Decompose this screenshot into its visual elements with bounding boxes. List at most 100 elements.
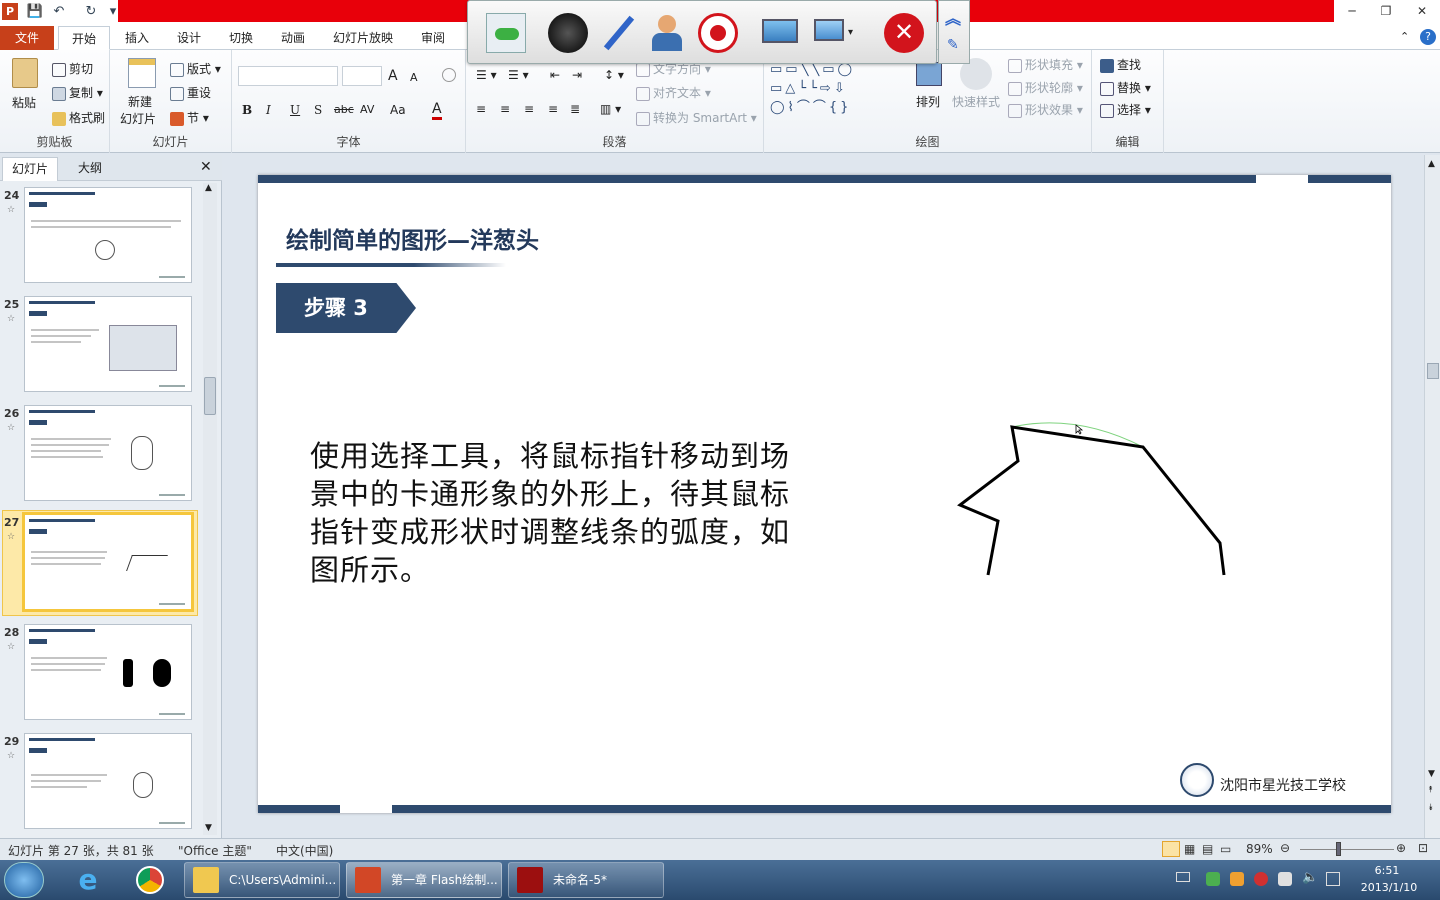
tab-transitions[interactable]: 切换 [220, 26, 262, 50]
camera-icon[interactable] [548, 13, 588, 53]
paste-icon[interactable] [12, 58, 38, 88]
clear-format-icon[interactable] [442, 68, 456, 82]
collapse-ribbon-icon[interactable]: ⌃ [1400, 30, 1409, 43]
help-icon[interactable]: ? [1420, 29, 1436, 45]
justify-icon[interactable]: ≡ [548, 102, 558, 116]
next-slide-icon[interactable]: ⯯ [1428, 803, 1433, 813]
cut-button[interactable]: 剪切 [52, 60, 93, 77]
font-name-combo[interactable] [238, 66, 338, 86]
internet-explorer-icon[interactable]: e [72, 864, 104, 896]
tab-animations[interactable]: 动画 [272, 26, 314, 50]
shadow-button[interactable]: S [314, 103, 322, 117]
layout-button[interactable]: 版式 ▾ [170, 60, 221, 77]
network-icon[interactable] [1326, 872, 1340, 886]
strikethrough-button[interactable]: abc [334, 103, 354, 116]
section-button[interactable]: 节 ▾ [170, 109, 209, 126]
new-slide-icon[interactable] [128, 58, 156, 88]
screen-icon[interactable] [760, 13, 800, 53]
align-right-icon[interactable]: ≡ [524, 102, 534, 116]
close-panel-icon[interactable]: ✕ [200, 159, 212, 175]
taskbar-powerpoint[interactable]: 第一章 Flash绘制... [346, 862, 502, 898]
tab-home[interactable]: 开始 [58, 26, 110, 50]
tray-icon-3[interactable] [1254, 872, 1268, 886]
tab-slideshow[interactable]: 幻灯片放映 [324, 26, 402, 50]
char-spacing-button[interactable]: AV [360, 103, 374, 116]
pin-icon[interactable]: ✎ [947, 37, 959, 53]
shape-outline-button[interactable]: 形状轮廓 ▾ [1008, 79, 1083, 96]
powerpoint-app-icon[interactable]: P [2, 3, 18, 20]
slide-thumbnail[interactable] [22, 512, 194, 612]
taskbar-flash[interactable]: 未命名-5* [508, 862, 664, 898]
collapse-up-icon[interactable]: ︽ [945, 5, 961, 29]
theme-name[interactable]: "Office 主题" [178, 842, 252, 859]
arrange-icon[interactable] [916, 62, 942, 86]
clock-time[interactable]: 6:51 [1356, 864, 1418, 877]
font-color-button[interactable]: A [432, 101, 442, 120]
slide-thumbnail[interactable] [24, 624, 192, 720]
keyboard-icon[interactable] [1176, 872, 1190, 882]
scroll-thumb[interactable] [204, 377, 216, 415]
change-case-button[interactable]: Aa [390, 103, 406, 117]
tab-design[interactable]: 设计 [168, 26, 210, 50]
format-painter-button[interactable]: 格式刷 [52, 109, 105, 126]
language-status[interactable]: 中文(中国) [276, 842, 333, 859]
slide-canvas[interactable]: 绘制简单的图形—洋葱头 步骤 3 使用选择工具，将鼠标指针移动到场景中的卡通形象… [258, 175, 1391, 813]
line-spacing-icon[interactable]: ↕ ▾ [604, 68, 624, 82]
scroll-thumb[interactable] [1427, 363, 1439, 379]
underline-button[interactable]: U [290, 103, 300, 117]
slideshow-icon[interactable]: ▭ [1220, 842, 1231, 856]
close-button[interactable]: ✕ [1406, 2, 1438, 20]
tab-file[interactable]: 文件 [0, 26, 54, 50]
scroll-down-icon[interactable]: ▼ [1428, 769, 1435, 779]
bold-button[interactable]: B [242, 103, 252, 117]
reset-button[interactable]: 重设 [170, 84, 211, 101]
shape-effects-button[interactable]: 形状效果 ▾ [1008, 101, 1083, 118]
slide-title[interactable]: 绘制简单的图形—洋葱头 [286, 221, 539, 255]
tab-outline[interactable]: 大纲 [64, 157, 116, 181]
display-settings-icon[interactable]: ▾ [812, 13, 853, 53]
tray-icon-1[interactable] [1206, 872, 1220, 886]
increase-indent-icon[interactable]: ⇥ [572, 68, 582, 82]
numbering-icon[interactable]: ☰ ▾ [508, 68, 529, 82]
zoom-level[interactable]: 89% [1246, 842, 1273, 856]
return-icon[interactable] [486, 13, 526, 53]
slide-scrollbar[interactable]: ▲ ▼ ⯭ ⯯ [1424, 155, 1440, 838]
pen-icon[interactable] [598, 13, 638, 53]
minimize-button[interactable]: ─ [1336, 2, 1368, 20]
new-slide-label[interactable]: 新建 [128, 93, 152, 110]
scroll-up-icon[interactable]: ▲ [1428, 159, 1435, 169]
chrome-icon[interactable] [136, 866, 164, 894]
close-recording-icon[interactable]: ✕ [884, 13, 924, 53]
slide-thumbnail[interactable] [24, 733, 192, 829]
bullets-icon[interactable]: ☰ ▾ [476, 68, 497, 82]
reading-view-icon[interactable]: ▤ [1202, 842, 1213, 856]
grow-font-button[interactable]: A [388, 68, 398, 84]
save-icon[interactable]: 💾 [26, 3, 44, 21]
align-left-icon[interactable]: ≡ [476, 102, 486, 116]
thumbnail-scrollbar[interactable]: ▲ ▼ [203, 183, 217, 835]
decrease-indent-icon[interactable]: ⇤ [550, 68, 560, 82]
arrange-button[interactable]: 排列 [916, 93, 940, 110]
step-badge[interactable]: 步骤 3 [276, 283, 416, 333]
zoom-in-button[interactable]: ⊕ [1396, 841, 1406, 855]
tab-review[interactable]: 审阅 [412, 26, 454, 50]
clock-date[interactable]: 2013/1/10 [1356, 881, 1422, 894]
font-size-combo[interactable] [342, 66, 382, 86]
shape-fill-button[interactable]: 形状填充 ▾ [1008, 56, 1083, 73]
tab-slides[interactable]: 幻灯片 [2, 157, 58, 181]
tray-icon-4[interactable] [1278, 872, 1292, 886]
paste-button[interactable]: 粘贴 [12, 94, 36, 111]
slide-body-text[interactable]: 使用选择工具，将鼠标指针移动到场景中的卡通形象的外形上，待其鼠标指针变成形状时调… [310, 437, 810, 589]
record-icon[interactable] [698, 13, 738, 53]
smartart-button[interactable]: 转换为 SmartArt ▾ [636, 109, 757, 126]
tab-insert[interactable]: 插入 [116, 26, 158, 50]
slide-thumbnail[interactable] [24, 296, 192, 392]
italic-button[interactable]: I [266, 103, 271, 117]
scroll-up-icon[interactable]: ▲ [205, 183, 212, 193]
distributed-icon[interactable]: ≣ [570, 102, 580, 116]
scroll-down-icon[interactable]: ▼ [205, 823, 212, 833]
replace-button[interactable]: 替换 ▾ [1100, 79, 1151, 96]
find-button[interactable]: 查找 [1100, 56, 1141, 73]
restore-button[interactable]: ❐ [1370, 2, 1402, 20]
columns-icon[interactable]: ▥ ▾ [600, 102, 621, 116]
